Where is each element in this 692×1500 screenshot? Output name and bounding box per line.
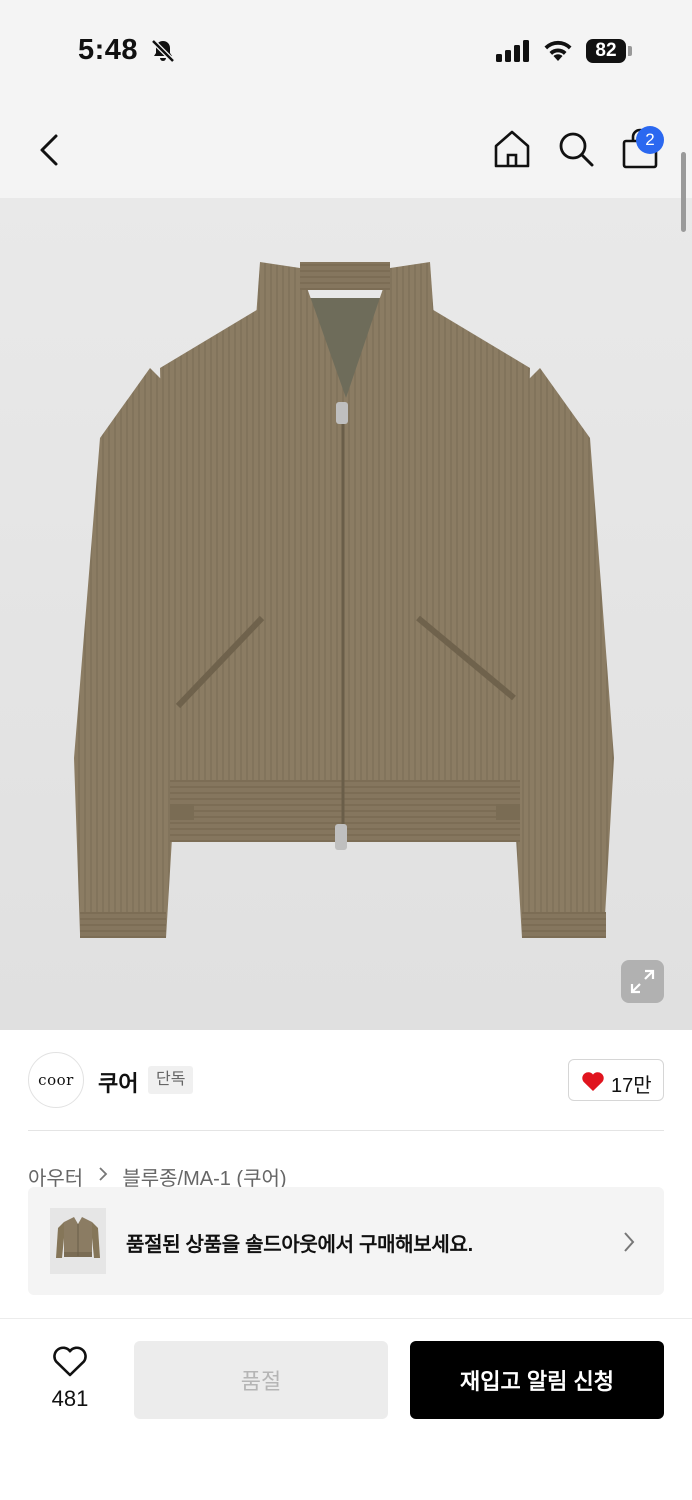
heart-filled-icon <box>582 1072 604 1091</box>
jacket-thumbnail-image <box>56 1217 100 1258</box>
brand-logo[interactable]: coor <box>28 1052 84 1108</box>
banner-thumbnail <box>50 1208 106 1274</box>
chevron-right-icon <box>624 1232 635 1252</box>
soldout-banner[interactable]: 품절된 상품을 솔드아웃에서 구매해보세요. <box>28 1187 664 1295</box>
brand-like-button[interactable]: 17만 <box>568 1059 664 1101</box>
heart-outline-icon[interactable] <box>52 1346 88 1378</box>
soldout-button: 품절 <box>134 1341 388 1419</box>
signal-icon <box>496 40 529 62</box>
wifi-icon <box>544 40 572 61</box>
status-bar: 5:48 82 <box>0 0 692 100</box>
restock-alert-button[interactable]: 재입고 알림 신청 <box>410 1341 664 1419</box>
brand-row: coor 쿠어 단독 17만 <box>28 1052 664 1110</box>
back-icon[interactable] <box>34 128 64 172</box>
expand-image-button[interactable] <box>621 960 664 1003</box>
home-icon[interactable] <box>492 128 532 170</box>
battery-cap <box>628 46 632 56</box>
cart-count-badge: 2 <box>636 126 664 154</box>
product-image[interactable] <box>0 198 692 1030</box>
soldout-banner-text: 품절된 상품을 솔드아웃에서 구매해보세요. <box>126 1234 473 1256</box>
scrollbar[interactable] <box>681 152 686 232</box>
search-icon[interactable] <box>556 129 596 169</box>
bottom-bar-divider <box>0 1318 692 1319</box>
brand-name[interactable]: 쿠어 <box>98 1066 138 1098</box>
chevron-right-icon <box>99 1167 108 1181</box>
bell-off-icon <box>151 39 175 63</box>
exclusive-badge: 단독 <box>148 1066 194 1094</box>
wish-count: 481 <box>51 1386 89 1411</box>
brand-like-count: 17만 <box>611 1075 652 1097</box>
expand-icon <box>630 969 655 994</box>
top-nav-bar <box>0 100 692 198</box>
jacket-illustration <box>74 262 614 938</box>
status-time: 5:48 <box>78 34 139 66</box>
section-divider <box>28 1130 664 1131</box>
battery-icon: 82 <box>586 39 626 63</box>
